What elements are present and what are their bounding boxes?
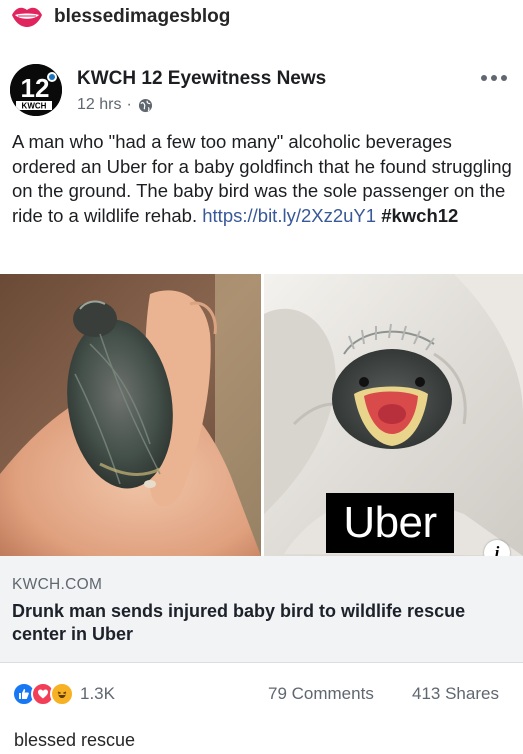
post-meta: 12 hrs · — [77, 96, 153, 114]
haha-icon — [50, 682, 74, 706]
post-text: A man who "had a few too many" alcoholic… — [12, 130, 512, 228]
comments-count[interactable]: 79 Comments — [268, 684, 374, 704]
globe-icon — [138, 98, 152, 112]
link-title[interactable]: Drunk man sends injured baby bird to wil… — [12, 600, 502, 646]
blog-caption: blessed rescue — [14, 730, 136, 750]
kwch-logo-icon: 12 KWCH — [10, 64, 62, 116]
shares-count[interactable]: 413 Shares — [412, 684, 499, 704]
reactions-summary[interactable]: 1.3K — [12, 682, 115, 706]
svg-text:KWCH: KWCH — [22, 102, 47, 111]
reaction-count: 1.3K — [80, 684, 115, 703]
post-hashtag[interactable]: #kwch12 — [381, 205, 458, 226]
page-name[interactable]: KWCH 12 Eyewitness News — [77, 68, 326, 90]
link-preview-card[interactable]: KWCH.COM Drunk man sends injured baby bi… — [0, 556, 523, 663]
more-options-icon[interactable] — [479, 70, 509, 86]
post-time[interactable]: 12 hrs — [77, 96, 121, 114]
link-domain: KWCH.COM — [12, 576, 103, 593]
meta-separator: · — [126, 96, 132, 113]
lips-logo-icon — [12, 7, 42, 27]
post-link[interactable]: https://bit.ly/2Xz2uY1 — [202, 205, 376, 226]
page-avatar[interactable]: 12 KWCH — [10, 64, 62, 116]
baby-bird-in-hand-image[interactable] — [0, 274, 261, 556]
blog-header: blessedimagesblog — [0, 0, 523, 36]
blog-name[interactable]: blessedimagesblog — [54, 6, 230, 28]
uber-logo: Uber — [326, 493, 454, 553]
svg-text:12: 12 — [21, 73, 50, 103]
